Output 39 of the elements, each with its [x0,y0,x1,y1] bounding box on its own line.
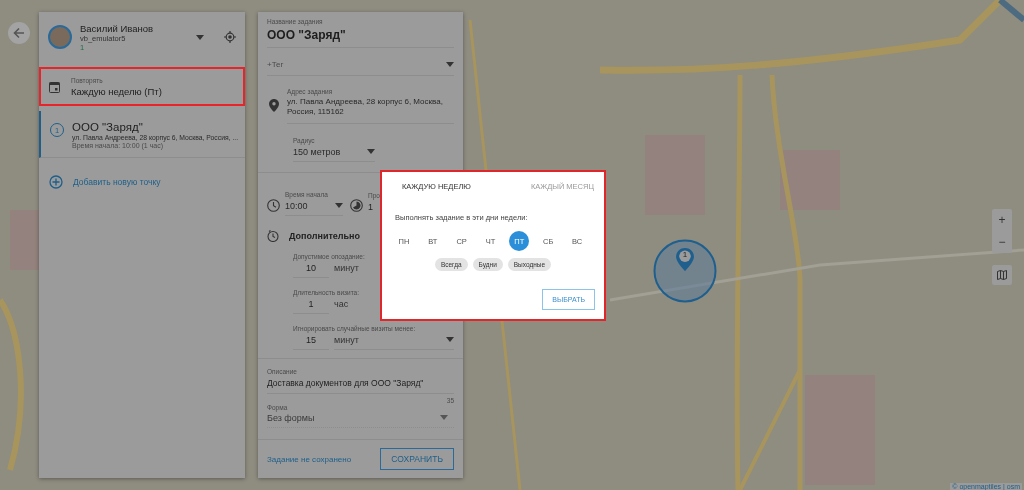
caret-icon [335,203,343,209]
save-status: Задание не сохранено [267,454,352,464]
radius-circle [653,239,717,303]
map-icon [997,270,1007,280]
point-title: ООО "Заряд" [72,121,144,133]
task-name-field[interactable]: ООО "Заряд" [267,25,454,48]
unit-label: час [334,298,349,312]
back-arrow-icon [12,26,26,40]
caret-icon [440,415,448,421]
tag-field[interactable]: +Тег [267,60,454,76]
unit-label: минут [334,262,359,276]
duration-value[interactable]: 1 [368,198,380,216]
number-field[interactable]: 15 [293,331,329,350]
start-time-select[interactable]: 10:00 [285,197,343,216]
map-layers-button[interactable] [992,265,1012,285]
caret-icon [446,62,454,67]
clock-icon [267,198,280,212]
duration-pie-icon [350,198,363,212]
extra-section-title: Дополнительно [289,230,360,241]
address-field[interactable]: ул. Павла Андреева, 28 корпус 6, Москва, Россия, 115162 [287,95,454,124]
locate-icon[interactable] [224,31,236,43]
location-pin-icon [269,99,279,113]
unit-select[interactable]: минут [334,331,454,350]
user-name: Василий Иванов [80,22,155,34]
caret-icon [446,337,454,343]
zoom-in-button[interactable]: + [992,209,1012,231]
timer-icon [267,229,279,242]
radius-select[interactable]: 150 метров [293,143,375,162]
number-field[interactable]: 1 [293,295,329,314]
map-pin-icon [676,248,694,271]
marker-number: 1 [681,250,689,260]
repeat-value: Каждую неделю (Пт) [71,85,162,97]
zoom-out-button[interactable]: − [992,231,1012,253]
avatar [48,25,72,49]
caret-icon [367,149,375,155]
caret-icon[interactable] [196,34,204,40]
calendar-icon [49,80,60,93]
plus-circle-icon [49,175,63,189]
description-field[interactable]: Доставка документов для ООО "Заряд" [267,374,454,394]
